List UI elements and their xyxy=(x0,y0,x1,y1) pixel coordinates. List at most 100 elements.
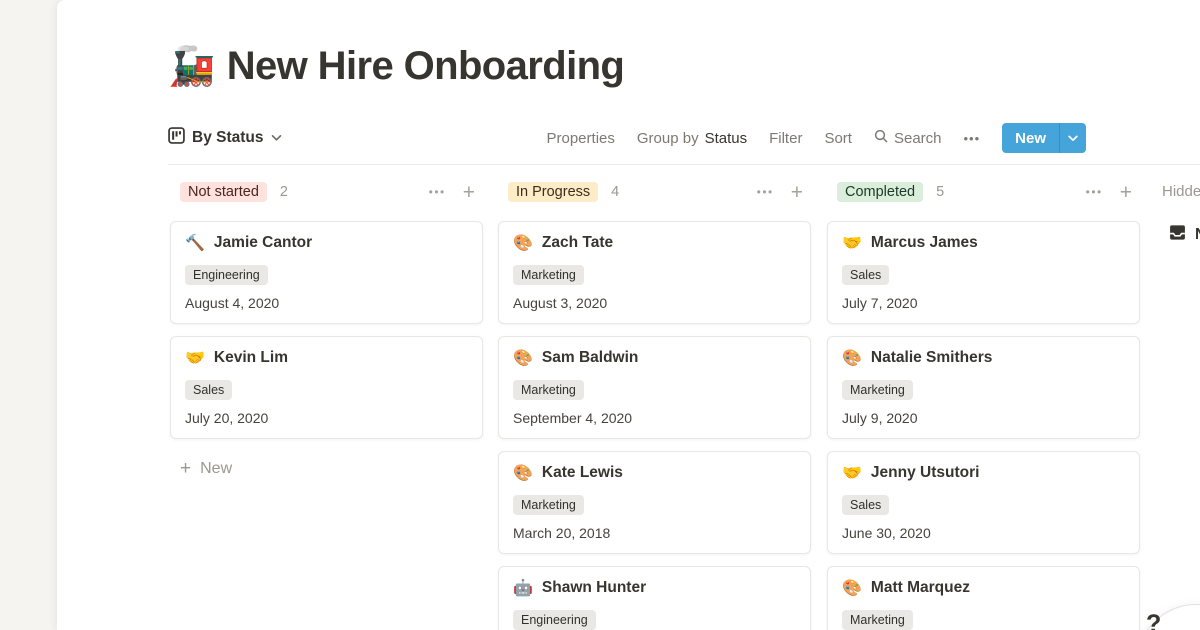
robot-icon: 🤖 xyxy=(513,578,533,598)
card-kate-lewis[interactable]: 🎨 Kate Lewis Marketing March 20, 2018 xyxy=(498,451,811,554)
new-button[interactable]: New xyxy=(1002,123,1086,153)
card-name: Sam Baldwin xyxy=(542,349,638,367)
card-date: July 7, 2020 xyxy=(842,295,1125,311)
group-pill-in-progress[interactable]: In Progress xyxy=(508,182,598,202)
card-jamie-cantor[interactable]: 🔨Jamie Cantor Engineering August 4, 2020 xyxy=(170,221,483,324)
plus-icon: + xyxy=(180,458,191,480)
sort-button[interactable]: Sort xyxy=(824,130,852,147)
palette-icon: 🎨 xyxy=(513,348,533,368)
filter-button[interactable]: Filter xyxy=(769,130,802,147)
add-card-label: New xyxy=(200,460,232,478)
card-date: March 20, 2018 xyxy=(513,525,796,541)
card-shawn-hunter[interactable]: 🤖 Shawn Hunter Engineering xyxy=(498,566,811,630)
help-question-mark: ? xyxy=(1146,610,1161,630)
card-list: 🎨 Zach Tate Marketing August 3, 2020 🎨 Sam… xyxy=(498,221,811,630)
palette-icon: 🎨 xyxy=(513,233,533,253)
view-name: By Status xyxy=(192,129,264,147)
view-switcher[interactable]: By Status xyxy=(168,127,282,149)
search-button[interactable]: Search xyxy=(874,129,942,147)
add-card-button[interactable]: + New xyxy=(170,458,483,480)
card-list: 🤝 Marcus James Sales July 7, 2020 🎨 Natali… xyxy=(827,221,1140,630)
palette-icon: 🎨 xyxy=(842,348,862,368)
card-name: Shawn Hunter xyxy=(542,579,646,597)
card-tag: Sales xyxy=(842,265,889,285)
page-title: 🚂 New Hire Onboarding xyxy=(168,44,624,89)
group-count: 2 xyxy=(280,184,288,200)
hammer-icon: 🔨 xyxy=(185,233,205,253)
column-add-icon[interactable]: + xyxy=(1120,182,1132,203)
hidden-group-name: No Status xyxy=(1195,226,1200,244)
toolbar-right: Properties Group by Status Filter Sort S… xyxy=(547,123,1087,153)
search-icon xyxy=(874,129,888,147)
card-name: Natalie Smithers xyxy=(871,349,992,367)
handshake-icon: 🤝 xyxy=(185,348,205,368)
group-by-button[interactable]: Group by Status xyxy=(637,130,747,147)
card-tag: Marketing xyxy=(842,380,913,400)
card-name: Jenny Utsutori xyxy=(871,464,980,482)
card-marcus-james[interactable]: 🤝 Marcus James Sales July 7, 2020 xyxy=(827,221,1140,324)
group-pill-not-started[interactable]: Not started xyxy=(180,182,267,202)
page-icon: 🚂 xyxy=(168,48,215,86)
inbox-icon xyxy=(1168,223,1187,247)
column-add-icon[interactable]: + xyxy=(463,182,475,203)
card-name: Kevin Lim xyxy=(214,349,288,367)
card-name: Matt Marquez xyxy=(871,579,970,597)
more-options-button[interactable]: ••• xyxy=(964,131,981,146)
page-title-text: New Hire Onboarding xyxy=(227,44,625,89)
card-name: Marcus James xyxy=(871,234,978,252)
group-pill-completed[interactable]: Completed xyxy=(837,182,923,202)
group-by-value: Status xyxy=(705,130,748,147)
column-not-started: Not started 2 ••• + 🔨Jamie Cantor Engine… xyxy=(170,178,483,206)
column-add-icon[interactable]: + xyxy=(791,182,803,203)
card-list: 🔨Jamie Cantor Engineering August 4, 2020… xyxy=(170,221,483,480)
new-button-label[interactable]: New xyxy=(1002,123,1059,153)
card-date: August 4, 2020 xyxy=(185,295,468,311)
card-date: July 20, 2020 xyxy=(185,410,468,426)
group-count: 5 xyxy=(936,184,944,200)
card-tag: Marketing xyxy=(842,610,913,630)
column-more-icon[interactable]: ••• xyxy=(429,185,446,199)
card-tag: Marketing xyxy=(513,495,584,515)
hidden-group-no-status[interactable]: No Status xyxy=(1168,223,1200,247)
column-completed: Completed 5 ••• + 🤝Marcus James Sales Ju… xyxy=(827,178,1140,206)
card-date: September 4, 2020 xyxy=(513,410,796,426)
card-tag: Sales xyxy=(185,380,232,400)
card-zach-tate[interactable]: 🎨 Zach Tate Marketing August 3, 2020 xyxy=(498,221,811,324)
card-kevin-lim[interactable]: 🤝 Kevin Lim Sales July 20, 2020 xyxy=(170,336,483,439)
card-name: Jamie Cantor xyxy=(214,234,312,252)
handshake-icon: 🤝 xyxy=(842,233,862,253)
palette-icon: 🎨 xyxy=(842,578,862,598)
card-date: July 9, 2020 xyxy=(842,410,1125,426)
search-label: Search xyxy=(894,130,942,147)
card-date: August 3, 2020 xyxy=(513,295,796,311)
card-natalie-smithers[interactable]: 🎨 Natalie Smithers Marketing July 9, 2020 xyxy=(827,336,1140,439)
properties-button[interactable]: Properties xyxy=(547,130,615,147)
group-by-prefix: Group by xyxy=(637,130,699,147)
chevron-down-icon xyxy=(271,129,282,147)
column-more-icon[interactable]: ••• xyxy=(757,185,774,199)
card-tag: Marketing xyxy=(513,265,584,285)
column-more-icon[interactable]: ••• xyxy=(1086,185,1103,199)
notion-page: 🚂 New Hire Onboarding By Status Properti… xyxy=(57,0,1200,630)
group-count: 4 xyxy=(611,184,619,200)
card-sam-baldwin[interactable]: 🎨 Sam Baldwin Marketing September 4, 2020 xyxy=(498,336,811,439)
board-view-icon xyxy=(168,127,185,149)
card-tag: Sales xyxy=(842,495,889,515)
handshake-icon: 🤝 xyxy=(842,463,862,483)
card-jenny-utsutori[interactable]: 🤝 Jenny Utsutori Sales June 30, 2020 xyxy=(827,451,1140,554)
hidden-groups-toggle[interactable]: Hidden groups xyxy=(1162,183,1200,200)
palette-icon: 🎨 xyxy=(513,463,533,483)
card-matt-marquez[interactable]: 🎨 Matt Marquez Marketing xyxy=(827,566,1140,630)
card-date: June 30, 2020 xyxy=(842,525,1125,541)
toolbar: By Status Properties Group by Status Fil… xyxy=(168,122,1086,154)
card-tag: Marketing xyxy=(513,380,584,400)
toolbar-divider xyxy=(168,164,1200,165)
column-header: In Progress 4 ••• + xyxy=(498,178,811,206)
column-header: Not started 2 ••• + xyxy=(170,178,483,206)
card-name: Zach Tate xyxy=(542,234,613,252)
card-name: Kate Lewis xyxy=(542,464,623,482)
column-in-progress: In Progress 4 ••• + 🎨Zach Tate Marketing… xyxy=(498,178,811,206)
column-header: Completed 5 ••• + xyxy=(827,178,1140,206)
new-button-dropdown[interactable] xyxy=(1059,123,1086,153)
card-tag: Engineering xyxy=(513,610,596,630)
